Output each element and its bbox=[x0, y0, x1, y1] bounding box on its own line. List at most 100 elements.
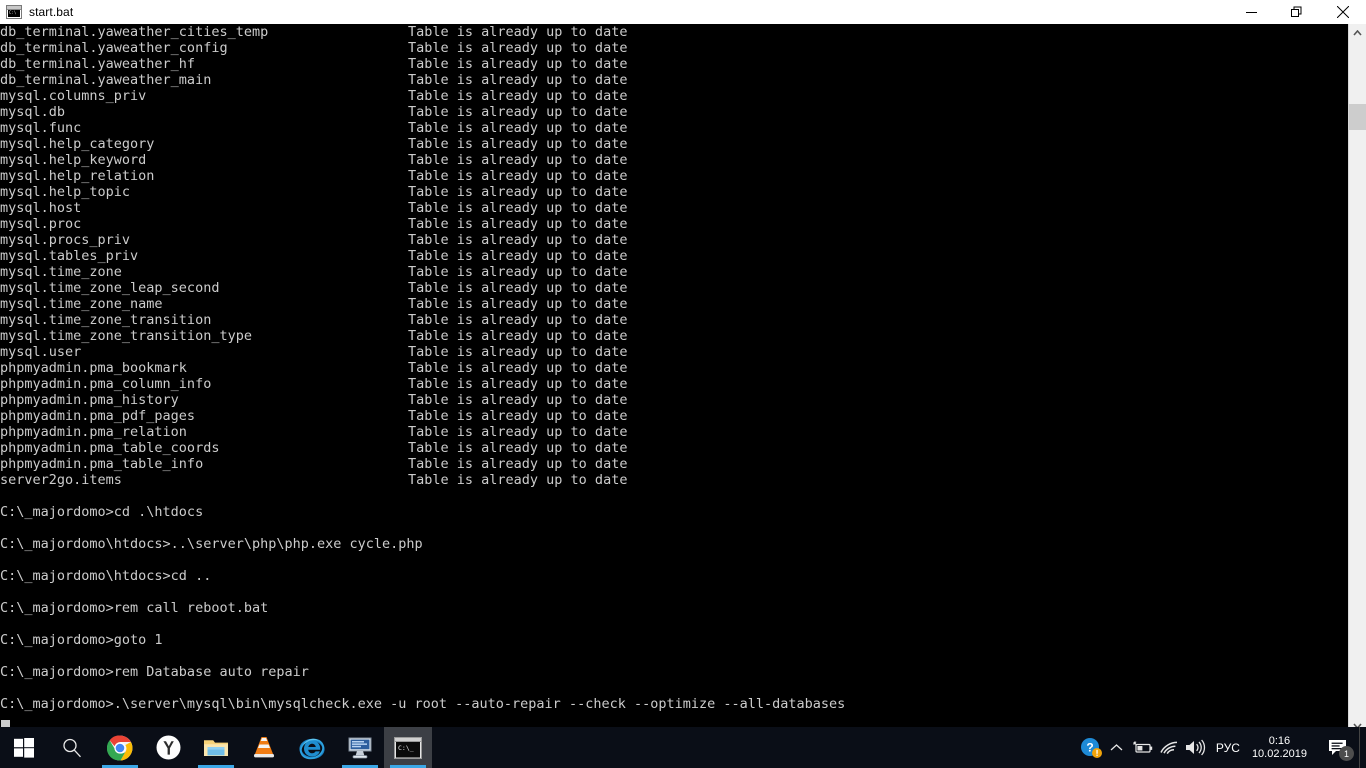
taskbar-yandex-browser[interactable] bbox=[144, 727, 192, 768]
folder-icon bbox=[204, 739, 228, 756]
search-icon bbox=[63, 738, 81, 757]
console-line-command: C:\_majordomo>goto 1 bbox=[0, 632, 163, 648]
vlc-cone-icon bbox=[254, 737, 274, 758]
start-button[interactable] bbox=[0, 727, 48, 768]
clock-date: 10.02.2019 bbox=[1251, 747, 1307, 760]
console-line-status: Table is already up to date bbox=[408, 136, 628, 152]
console-line-table-name: mysql.time_zone bbox=[0, 264, 122, 280]
window-title: start.bat bbox=[29, 5, 74, 19]
console-line-table-name: mysql.host bbox=[0, 200, 82, 216]
console-line-table-name: phpmyadmin.pma_relation bbox=[0, 424, 187, 440]
taskbar-remote-desktop[interactable] bbox=[336, 727, 384, 768]
console-line-table-name: db_terminal.yaweather_main bbox=[0, 72, 212, 88]
console-line-status: Table is already up to date bbox=[408, 424, 628, 440]
console-line-table-name: mysql.procs_priv bbox=[0, 232, 131, 248]
windows-logo-icon bbox=[14, 737, 34, 758]
console-line-table-name: mysql.help_category bbox=[0, 136, 155, 152]
cmd-console-icon bbox=[6, 5, 22, 19]
console-line-status: Table is already up to date bbox=[408, 248, 628, 264]
console-line-table-name: mysql.time_zone_transition_type bbox=[0, 328, 252, 344]
console-line-table-name: mysql.help_keyword bbox=[0, 152, 147, 168]
console-line-status: Table is already up to date bbox=[408, 312, 628, 328]
action-center-help-icon[interactable]: ? bbox=[1078, 727, 1104, 768]
console-line-table-name: mysql.tables_priv bbox=[0, 248, 139, 264]
console-line-status: Table is already up to date bbox=[408, 360, 628, 376]
taskbar[interactable]: C:\_ ? РУС 0:16 10.02.2019 1 bbox=[0, 727, 1366, 768]
minimize-button[interactable] bbox=[1228, 0, 1274, 24]
network-wifi-icon[interactable] bbox=[1156, 727, 1182, 768]
console-line-status: Table is already up to date bbox=[408, 440, 628, 456]
window-titlebar[interactable]: start.bat bbox=[0, 0, 1366, 24]
console-line-status: Table is already up to date bbox=[408, 216, 628, 232]
clock[interactable]: 0:16 10.02.2019 bbox=[1246, 735, 1317, 761]
console-line-status: Table is already up to date bbox=[408, 152, 628, 168]
console-line-status: Table is already up to date bbox=[408, 56, 628, 72]
taskbar-vlc[interactable] bbox=[240, 727, 288, 768]
search-button[interactable] bbox=[48, 727, 96, 768]
console-line-status: Table is already up to date bbox=[408, 280, 628, 296]
language-indicator[interactable]: РУС bbox=[1208, 741, 1246, 755]
console-line-table-name: mysql.help_topic bbox=[0, 184, 131, 200]
wifi-icon bbox=[1160, 741, 1177, 754]
console-line-table-name: mysql.time_zone_transition bbox=[0, 312, 212, 328]
console-line-table-name: phpmyadmin.pma_table_coords bbox=[0, 440, 220, 456]
console-line-status: Table is already up to date bbox=[408, 472, 628, 488]
console-line-table-name: phpmyadmin.pma_table_info bbox=[0, 456, 204, 472]
maximize-restore-button[interactable] bbox=[1274, 0, 1320, 24]
taskbar-internet-explorer[interactable] bbox=[288, 727, 336, 768]
console-line-command: C:\_majordomo>.\server\mysql\bin\mysqlch… bbox=[0, 696, 846, 712]
console-line-status: Table is already up to date bbox=[408, 376, 628, 392]
scrollbar-track[interactable] bbox=[1349, 42, 1366, 717]
console-line-status: Table is already up to date bbox=[408, 104, 628, 120]
clock-time: 0:16 bbox=[1268, 734, 1291, 747]
console-line-command: C:\_majordomo\htdocs>..\server\php\php.e… bbox=[0, 536, 423, 552]
console-line-command: C:\_majordomo>cd .\htdocs bbox=[0, 504, 204, 520]
console-line-status: Table is already up to date bbox=[408, 392, 628, 408]
show-desktop-button[interactable] bbox=[1359, 727, 1366, 768]
console-scrollbar[interactable] bbox=[1348, 24, 1366, 735]
yandex-icon bbox=[156, 735, 180, 760]
volume-icon[interactable] bbox=[1182, 727, 1208, 768]
console-line-command: C:\_majordomo\htdocs>cd .. bbox=[0, 568, 212, 584]
console-line-command: C:\_majordomo>rem Database auto repair bbox=[0, 664, 309, 680]
internet-explorer-icon bbox=[299, 738, 325, 759]
speaker-icon bbox=[1185, 739, 1206, 756]
console-line-table-name: phpmyadmin.pma_bookmark bbox=[0, 360, 187, 376]
console-line-status: Table is already up to date bbox=[408, 72, 628, 88]
scrollbar-thumb[interactable] bbox=[1349, 104, 1366, 130]
window-controls bbox=[1228, 0, 1366, 24]
console-line-status: Table is already up to date bbox=[408, 120, 628, 136]
cmd-console-icon: C:\_ bbox=[394, 736, 422, 759]
show-hidden-icons-button[interactable] bbox=[1104, 727, 1130, 768]
console-line-table-name: db_terminal.yaweather_config bbox=[0, 40, 228, 56]
console-line-table-name: mysql.proc bbox=[0, 216, 82, 232]
battery-icon[interactable] bbox=[1130, 727, 1156, 768]
console-output-area[interactable]: db_terminal.yaweather_cities_temp Table i… bbox=[0, 24, 1348, 727]
console-line-status: Table is already up to date bbox=[408, 328, 628, 344]
console-line-status: Table is already up to date bbox=[408, 184, 628, 200]
console-line-table-name: mysql.time_zone_name bbox=[0, 296, 163, 312]
console-line-status: Table is already up to date bbox=[408, 344, 628, 360]
taskbar-chrome[interactable] bbox=[96, 727, 144, 768]
taskbar-command-prompt[interactable]: C:\_ bbox=[384, 727, 432, 768]
svg-text:C:\_: C:\_ bbox=[398, 744, 414, 752]
console-line-table-name: mysql.func bbox=[0, 120, 82, 136]
notification-center-button[interactable]: 1 bbox=[1317, 727, 1359, 768]
console-line-status: Table is already up to date bbox=[408, 24, 628, 40]
notification-badge: 1 bbox=[1339, 746, 1354, 761]
console-cursor bbox=[1, 720, 10, 727]
chevron-up-icon bbox=[1110, 744, 1123, 751]
taskbar-file-explorer[interactable] bbox=[192, 727, 240, 768]
console-line-table-name: mysql.db bbox=[0, 104, 66, 120]
chrome-icon bbox=[107, 734, 133, 761]
close-button[interactable] bbox=[1320, 0, 1366, 24]
console-line-status: Table is already up to date bbox=[408, 264, 628, 280]
system-tray: ? РУС 0:16 10.02.2019 1 bbox=[1078, 727, 1366, 768]
console-line-table-name: mysql.columns_priv bbox=[0, 88, 147, 104]
console-line-status: Table is already up to date bbox=[408, 40, 628, 56]
scrollbar-up-button[interactable] bbox=[1349, 24, 1366, 42]
console-line-status: Table is already up to date bbox=[408, 296, 628, 312]
console-line-table-name: mysql.help_relation bbox=[0, 168, 155, 184]
console-line-status: Table is already up to date bbox=[408, 200, 628, 216]
monitor-icon bbox=[348, 737, 371, 758]
